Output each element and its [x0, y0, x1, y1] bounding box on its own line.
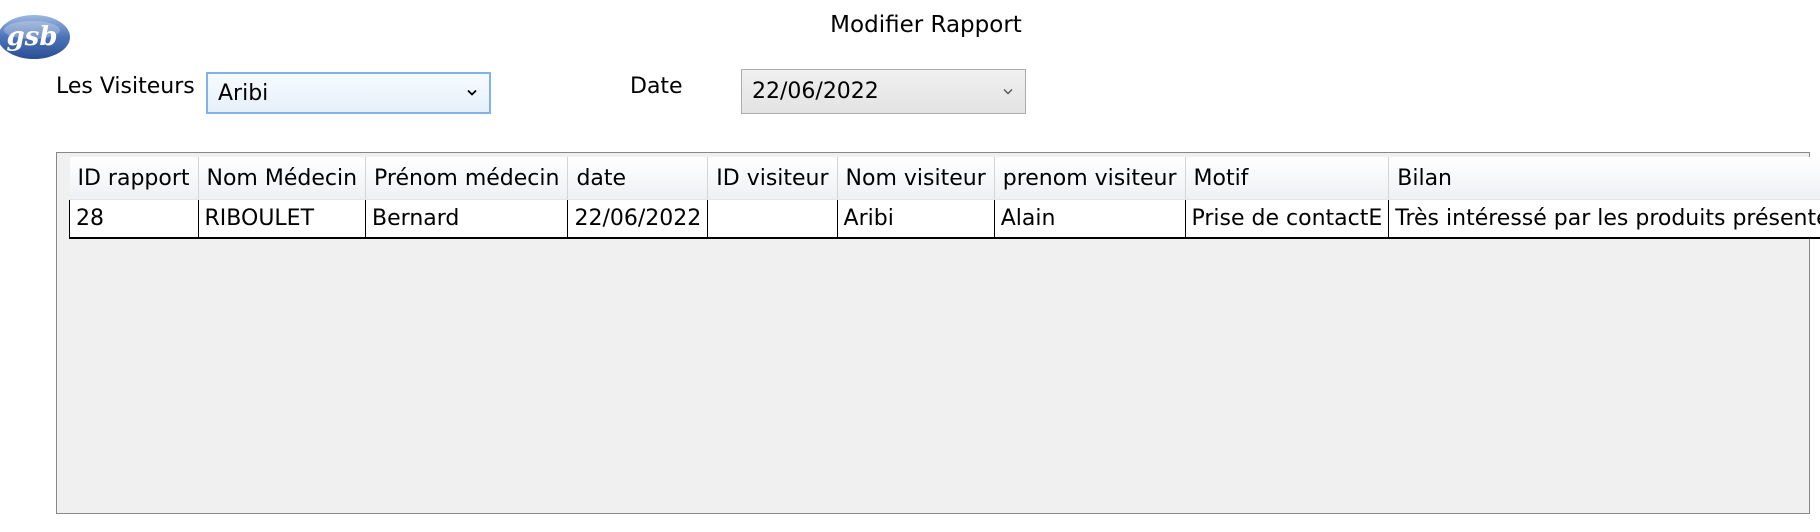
- column-header[interactable]: prenom visiteur: [994, 157, 1186, 200]
- table-cell[interactable]: Très intéressé par les produits présenté…: [1388, 199, 1820, 239]
- column-header[interactable]: Motif: [1185, 157, 1390, 200]
- date-selected-value: 22/06/2022: [752, 79, 879, 104]
- visiteurs-label: Les Visiteurs: [56, 74, 195, 99]
- date-label: Date: [630, 74, 683, 99]
- visiteurs-selected-value: Aribi: [218, 80, 269, 106]
- rapport-table: ID rapport Nom Médecin Prénom médecin da…: [69, 157, 1820, 239]
- table-cell[interactable]: 22/06/2022: [567, 199, 708, 239]
- date-dropdown[interactable]: 22/06/2022: [741, 69, 1026, 114]
- table-header-row: ID rapport Nom Médecin Prénom médecin da…: [69, 157, 1820, 200]
- table-cell[interactable]: Bernard: [365, 199, 568, 239]
- table-cell[interactable]: [707, 199, 838, 239]
- table-row[interactable]: 28 RIBOULET Bernard 22/06/2022 Aribi Ala…: [69, 199, 1820, 239]
- column-header[interactable]: Nom Médecin: [198, 157, 367, 200]
- column-header[interactable]: Prénom médecin: [365, 157, 569, 200]
- page-title: Modifier Rapport: [830, 12, 1022, 38]
- column-header[interactable]: ID rapport: [69, 157, 199, 200]
- table-cell[interactable]: Aribi: [836, 199, 995, 239]
- column-header[interactable]: date: [567, 157, 709, 200]
- table-cell[interactable]: 28: [69, 199, 199, 239]
- column-header[interactable]: Nom visiteur: [837, 157, 995, 200]
- visiteurs-dropdown[interactable]: Aribi: [206, 72, 491, 114]
- column-header[interactable]: Bilan: [1388, 157, 1820, 200]
- chevron-down-icon: [467, 89, 477, 96]
- table-cell[interactable]: Prise de contactE: [1184, 199, 1389, 239]
- table-cell[interactable]: RIBOULET: [197, 199, 366, 239]
- chevron-down-icon: [1003, 88, 1013, 94]
- column-header[interactable]: ID visiteur: [707, 157, 838, 200]
- rapport-grid[interactable]: ID rapport Nom Médecin Prénom médecin da…: [56, 152, 1820, 514]
- table-cell[interactable]: Alain: [993, 199, 1185, 239]
